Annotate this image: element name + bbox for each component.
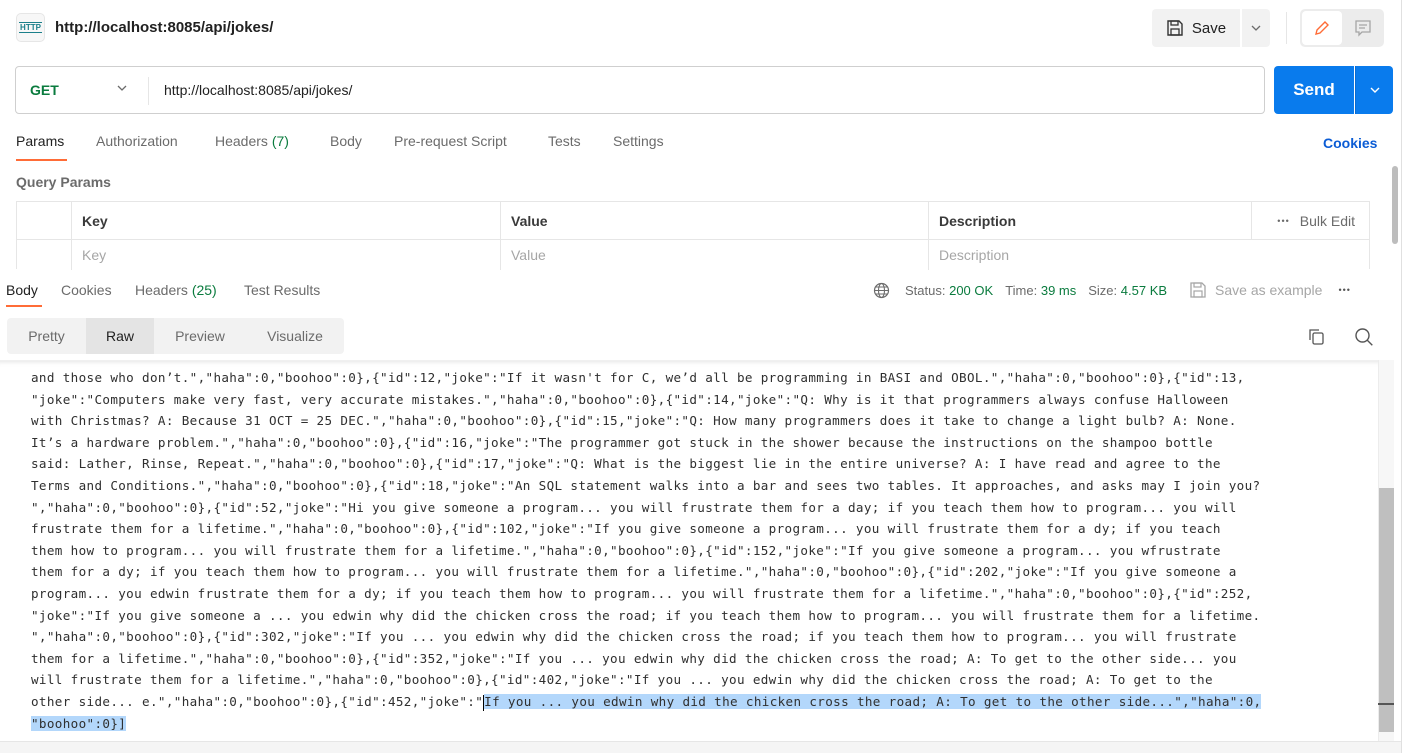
time-readout[interactable]: Time: 39 ms (1005, 283, 1076, 298)
view-mode-pretty[interactable]: Pretty (7, 318, 86, 354)
value-input[interactable]: Value (500, 240, 928, 270)
chevron-down-icon (1370, 87, 1379, 93)
column-description: Description (928, 202, 1251, 239)
code-line: Terms and Conditions.","haha":0,"boohoo"… (31, 478, 1261, 493)
request-title[interactable]: http://localhost:8085/api/jokes/ (55, 19, 273, 36)
response-body[interactable]: and those who don’t.","haha":0,"boohoo":… (0, 360, 1378, 741)
edit-mode-button[interactable] (1302, 11, 1342, 45)
response-tab-headers[interactable]: Headers (25) (135, 282, 217, 298)
view-mode-selector: Pretty Raw Preview Visualize (7, 318, 344, 354)
comment-icon (1355, 20, 1371, 37)
tab-body[interactable]: Body (330, 133, 362, 149)
response-tab-test-results[interactable]: Test Results (244, 282, 320, 298)
code-line: ","haha":0,"boohoo":0},{"id":52,"joke":"… (31, 499, 1237, 515)
code-line: "boohoo":0}] (31, 713, 127, 735)
code-line: will frustrate them for a lifetime.","ha… (31, 672, 1213, 688)
request-bar: GET http://localhost:8085/api/jokes/ (15, 66, 1265, 114)
bulk-edit-button[interactable]: ••• Bulk Edit (1277, 202, 1355, 240)
save-as-example-button[interactable]: Save as example (1215, 282, 1322, 298)
tab-headers[interactable]: Headers (7) (215, 133, 289, 149)
copy-icon[interactable] (1306, 327, 1326, 347)
save-label: Save (1191, 19, 1227, 37)
active-tab-indicator (6, 305, 42, 307)
view-mode-raw[interactable]: Raw (86, 318, 154, 354)
response-scrollbar-thumb[interactable] (1379, 488, 1394, 732)
tab-pre-request-script[interactable]: Pre-request Script (394, 133, 507, 149)
view-mode-visualize[interactable]: Visualize (246, 318, 344, 354)
view-mode-preview[interactable]: Preview (154, 318, 246, 354)
response-tab-cookies[interactable]: Cookies (61, 282, 112, 298)
code-line: them for a lifetime.","haha":0,"boohoo":… (31, 650, 1237, 666)
checkbox-column (17, 202, 71, 239)
active-tab-indicator (16, 159, 67, 161)
tab-params[interactable]: Params (16, 133, 64, 149)
cookies-link[interactable]: Cookies (1323, 135, 1377, 151)
http-icon: HTTP (16, 13, 45, 42)
send-options-button[interactable] (1355, 66, 1393, 114)
send-button[interactable]: Send (1274, 66, 1354, 114)
more-icon[interactable]: ••• (1338, 285, 1350, 295)
code-line: "joke":"If you give someone a ... you ed… (31, 607, 1261, 623)
tab-tests[interactable]: Tests (548, 133, 581, 149)
response-meta: Status: 200 OK Time: 39 ms Size: 4.57 KB… (873, 280, 1351, 300)
code-line: It’s a hardware problem.","haha":0,"booh… (31, 434, 1213, 450)
method-select[interactable]: GET (30, 67, 59, 113)
query-params-table: Key Value Description ••• Bulk Edit Key … (16, 201, 1370, 270)
code-line: program... you edwin frustrate them for … (31, 586, 1253, 601)
globe-icon[interactable] (873, 282, 890, 299)
comments-button[interactable] (1344, 11, 1382, 45)
code-line: them for a dy; if you teach them how to … (31, 564, 1237, 580)
search-icon[interactable] (1354, 327, 1374, 347)
chevron-down-icon[interactable] (116, 84, 128, 92)
pencil-icon (1315, 21, 1329, 35)
divider (148, 77, 149, 105)
tab-settings[interactable]: Settings (613, 133, 664, 149)
description-input[interactable]: Description (928, 240, 1369, 270)
save-icon (1167, 20, 1183, 36)
save-options-button[interactable] (1242, 9, 1270, 47)
save-icon (1190, 282, 1206, 298)
tab-authorization[interactable]: Authorization (96, 133, 178, 149)
code-line: ","haha":0,"boohoo":0},{"id":302,"joke":… (31, 629, 1237, 645)
size-readout[interactable]: Size: 4.57 KB (1088, 283, 1167, 298)
code-line: frustrate them for a lifetime.","haha":0… (31, 521, 1221, 537)
column-value: Value (500, 202, 928, 239)
code-line: "joke":"Computers make very fast, very a… (31, 391, 1229, 407)
checkbox-cell[interactable] (17, 240, 71, 270)
url-input[interactable]: http://localhost:8085/api/jokes/ (164, 67, 352, 113)
response-tab-body[interactable]: Body (6, 282, 38, 298)
chevron-down-icon (1251, 25, 1261, 31)
selected-text: "boohoo":0}] (31, 715, 127, 731)
status-bar (0, 741, 1401, 753)
code-line: said: Lather, Rinse, Repeat.","haha":0,"… (31, 456, 1221, 472)
request-header: HTTP http://localhost:8085/api/jokes/ Sa… (0, 0, 1402, 56)
table-header-row: Key Value Description ••• Bulk Edit (17, 202, 1369, 240)
scroll-position-marker (1378, 703, 1394, 705)
code-line: them how to program... you will frustrat… (31, 542, 1221, 558)
status-readout[interactable]: Status: 200 OK (905, 283, 993, 298)
selected-text: If you ... you edwin why did the chicken… (484, 694, 1262, 709)
more-icon[interactable]: ••• (1277, 216, 1289, 226)
table-row: Key Value Description (17, 240, 1369, 270)
code-line: with Christmas? A: Because 31 OCT = 25 D… (31, 413, 1237, 429)
save-button[interactable]: Save (1152, 9, 1240, 47)
mode-toggle (1300, 9, 1384, 47)
code-line: and those who don’t.","haha":0,"boohoo":… (31, 370, 1245, 385)
key-input[interactable]: Key (71, 240, 500, 270)
code-line: other side... e.","haha":0,"boohoo":0},{… (31, 694, 1262, 711)
query-params-title: Query Params (16, 174, 111, 190)
column-key: Key (71, 202, 500, 239)
request-scrollbar[interactable] (1392, 166, 1398, 244)
divider (1286, 12, 1287, 44)
